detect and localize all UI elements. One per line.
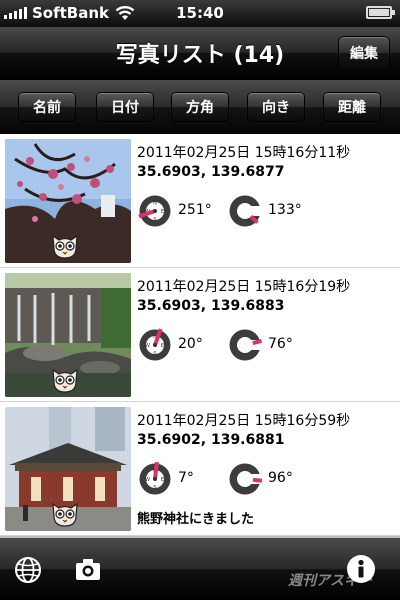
photo-list-item[interactable]: 2011年02月25日 15時16分11秒 35.6903, 139.6877 … [0,134,400,268]
edit-button[interactable]: 編集 [338,36,390,70]
sort-by-orientation-button[interactable]: 向き [247,92,305,122]
sort-by-date-button[interactable]: 日付 [96,92,154,122]
heading-value: 251° [178,202,212,218]
svg-text:N: N [153,201,157,207]
orientation-value: 133° [268,202,302,218]
bottom-toolbar: 週刊アスキー [0,538,400,600]
orientation-icon [229,463,262,495]
photo-list-item[interactable]: 2011年02月25日 15時16分19秒 35.6903, 139.6883 … [0,268,400,402]
photo-list: 2011年02月25日 15時16分11秒 35.6903, 139.6877 … [0,134,400,538]
svg-text:E: E [161,343,164,349]
orientation-icon [229,329,262,361]
compass-icon: NSWE [138,195,171,227]
svg-text:W: W [145,343,150,349]
svg-text:E: E [161,477,164,483]
globe-icon[interactable] [14,556,42,584]
orientation-icon [229,195,262,227]
sort-by-distance-button[interactable]: 距離 [323,92,381,122]
photo-coordinates: 35.6903, 139.6877 [137,164,285,180]
photo-datetime: 2011年02月25日 15時16分59秒 [137,413,351,429]
owl-icon [52,368,78,393]
photo-datetime: 2011年02月25日 15時16分11秒 [137,145,351,161]
svg-text:S: S [153,351,156,357]
owl-icon [52,502,78,527]
photo-comment: 熊野神社にきました [137,512,255,527]
svg-text:S: S [153,485,156,491]
info-icon[interactable] [346,554,376,584]
status-bar: SoftBank 15:40 [0,0,400,27]
sort-toolbar: 名前 日付 方角 向き 距離 [0,80,400,134]
photo-list-item[interactable]: 2011年02月25日 15時16分59秒 35.6902, 139.6881 … [0,402,400,536]
owl-icon [52,234,78,259]
photo-coordinates: 35.6903, 139.6883 [137,298,285,314]
svg-text:E: E [161,209,164,215]
svg-text:S: S [153,217,156,223]
status-time: 15:40 [176,4,224,22]
photo-coordinates: 35.6902, 139.6881 [137,432,285,448]
battery-icon [366,6,395,19]
camera-icon[interactable] [74,556,102,582]
orientation-value: 76° [268,336,293,352]
svg-text:W: W [145,477,150,483]
sort-by-heading-button[interactable]: 方角 [171,92,229,122]
heading-value: 7° [178,470,194,486]
sort-by-name-button[interactable]: 名前 [18,92,76,122]
compass-icon: NSWE [139,328,171,361]
compass-icon: NSWE [139,462,171,495]
heading-value: 20° [178,336,203,352]
navigation-bar: 写真リスト (14) 編集 [0,27,400,79]
orientation-value: 96° [268,470,293,486]
photo-datetime: 2011年02月25日 15時16分19秒 [137,279,351,295]
